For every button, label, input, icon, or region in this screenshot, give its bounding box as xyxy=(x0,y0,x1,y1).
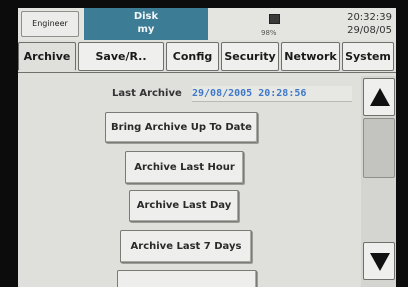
tab-system[interactable]: System xyxy=(342,42,394,71)
scroll-up-button[interactable] xyxy=(363,78,395,116)
tab-save-restore[interactable]: Save/R.. xyxy=(78,42,164,71)
last-archive-value: 29/08/2005 20:28:56 xyxy=(192,86,352,102)
tab-divider xyxy=(18,72,396,73)
clock: 20:32:39 29/08/05 xyxy=(347,11,392,37)
tab-archive[interactable]: Archive xyxy=(18,42,76,71)
triangle-up-icon xyxy=(370,88,390,106)
disk-usage: 98% xyxy=(261,29,277,37)
archive-last-day-button[interactable]: Archive Last Day xyxy=(129,190,239,222)
hmi-screen: Engineer Disk my 98% 20:32:39 29/08/05 A… xyxy=(18,8,396,287)
archive-option-button[interactable] xyxy=(117,270,257,287)
last-archive-label: Last Archive xyxy=(112,88,182,99)
disk-icon xyxy=(269,14,280,24)
bring-archive-up-to-date-button[interactable]: Bring Archive Up To Date xyxy=(105,112,258,143)
tab-security[interactable]: Security xyxy=(221,42,279,71)
scroll-down-button[interactable] xyxy=(363,242,395,280)
disk-title: Disk xyxy=(133,11,159,22)
clock-time: 20:32:39 xyxy=(347,12,392,23)
clock-date: 29/08/05 xyxy=(347,25,392,36)
archive-last-7-days-button[interactable]: Archive Last 7 Days xyxy=(120,230,252,263)
triangle-down-icon xyxy=(370,253,390,271)
scrollbar-thumb[interactable] xyxy=(363,118,395,178)
tab-network[interactable]: Network xyxy=(281,42,340,71)
status-bar: Engineer Disk my 98% 20:32:39 29/08/05 xyxy=(18,8,396,40)
disk-panel: Disk my xyxy=(84,8,208,40)
user-button[interactable]: Engineer xyxy=(21,11,79,37)
disk-name: my xyxy=(137,24,155,35)
tab-config[interactable]: Config xyxy=(166,42,219,71)
tab-bar: Archive Save/R.. Config Security Network… xyxy=(18,42,396,72)
archive-last-hour-button[interactable]: Archive Last Hour xyxy=(125,151,244,184)
